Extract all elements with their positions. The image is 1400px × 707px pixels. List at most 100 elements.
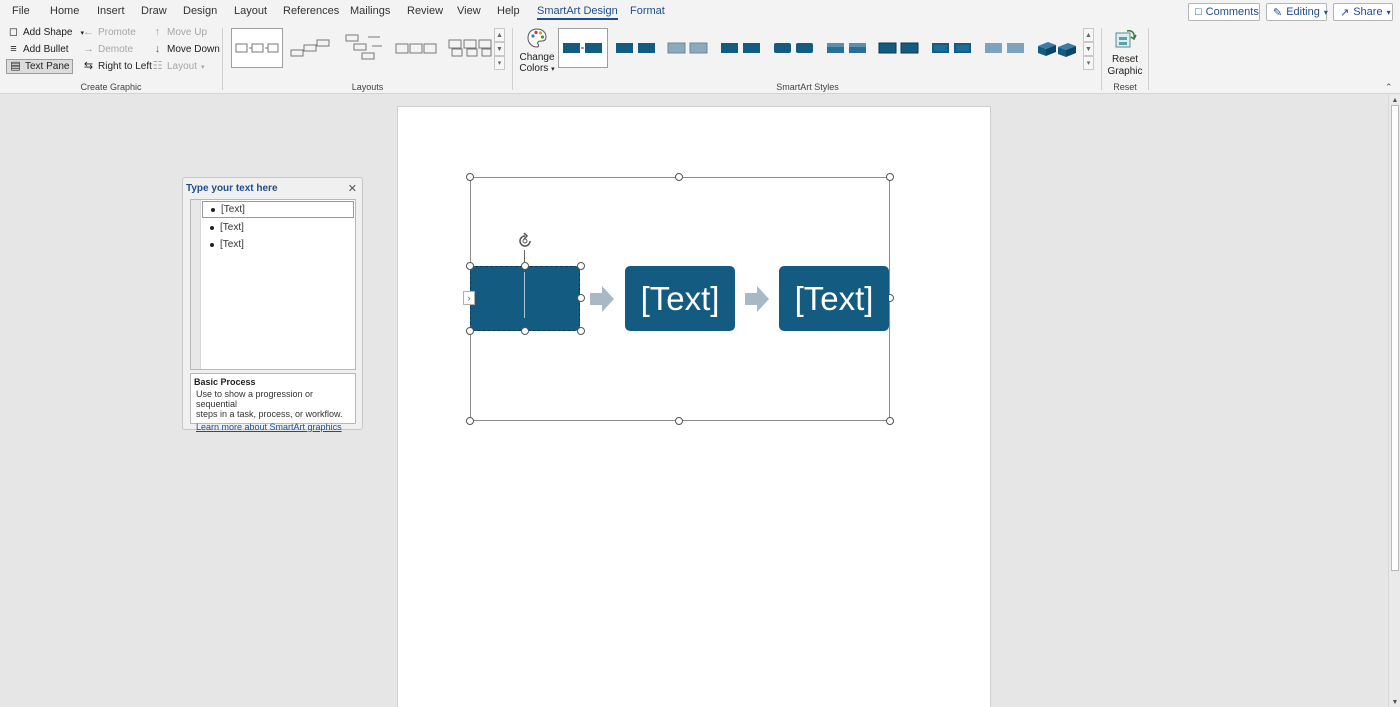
tab-insert[interactable]: Insert	[97, 5, 125, 17]
shape-resize-handle[interactable]	[466, 262, 474, 270]
layout-descending-thumb[interactable]	[339, 28, 389, 68]
group-separator	[1101, 28, 1102, 90]
style-light-icon	[985, 43, 1024, 53]
layout-description: Basic Process Use to show a progression …	[190, 373, 356, 432]
chevron-down-icon: ▾	[201, 63, 205, 71]
style-thumb[interactable]	[874, 28, 924, 68]
scroll-down-icon[interactable]: ▼	[1389, 697, 1400, 707]
layout-button[interactable]: ☷ Layout ▾	[152, 60, 205, 73]
layout-chevron-thumb[interactable]	[392, 28, 442, 68]
layout-icon: ☷	[152, 60, 163, 72]
close-icon[interactable]: ✕	[348, 182, 357, 195]
shape-resize-handle[interactable]	[577, 294, 585, 302]
layout-name: Basic Process	[194, 377, 256, 387]
style-thumb[interactable]	[663, 28, 713, 68]
right-to-left-button[interactable]: ⇆ Right to Left	[83, 60, 152, 73]
tab-review[interactable]: Review	[407, 5, 443, 17]
share-button[interactable]: ↗ Share ▾	[1333, 3, 1393, 21]
layout-step-up-thumb[interactable]	[286, 28, 336, 68]
move-up-button[interactable]: ↑ Move Up	[152, 27, 207, 39]
tab-references[interactable]: References	[283, 5, 339, 17]
tab-layout[interactable]: Layout	[234, 5, 267, 17]
shape-resize-handle[interactable]	[577, 327, 585, 335]
resize-handle[interactable]	[886, 417, 894, 425]
shape-resize-handle[interactable]	[521, 262, 529, 270]
shape-resize-handle[interactable]	[466, 327, 474, 335]
scroll-up-icon[interactable]: ▲	[1083, 28, 1094, 42]
resize-handle[interactable]	[466, 417, 474, 425]
style-gradient-icon	[827, 43, 866, 53]
demote-button[interactable]: → Demote	[83, 43, 133, 56]
layouts-gallery-scroll[interactable]: ▲ ▼ ▾	[494, 28, 505, 70]
resize-handle[interactable]	[466, 173, 474, 181]
tab-view[interactable]: View	[457, 5, 481, 17]
tab-file[interactable]: File	[12, 5, 30, 17]
add-bullet-button[interactable]: ≡ Add Bullet	[8, 44, 68, 56]
shape-resize-handle[interactable]	[577, 262, 585, 270]
right-to-left-icon: ⇆	[83, 60, 94, 72]
arrow-right-icon: →	[83, 43, 94, 55]
style-thumb[interactable]	[611, 28, 661, 68]
style-3d-icon	[1038, 42, 1076, 57]
scroll-up-icon[interactable]: ▲	[494, 28, 505, 42]
process-step-box[interactable]	[470, 266, 580, 331]
style-thumb[interactable]	[927, 28, 977, 68]
tab-draw[interactable]: Draw	[141, 5, 167, 17]
chevron-process-icon	[395, 43, 437, 54]
chevron-down-icon: ▾	[551, 66, 555, 73]
editing-button[interactable]: ✎ Editing ▾	[1266, 3, 1328, 21]
style-thumb[interactable]	[1033, 28, 1083, 68]
tab-home[interactable]: Home	[50, 5, 79, 17]
style-flat-icon	[721, 43, 760, 53]
style-thumb[interactable]	[769, 28, 819, 68]
reset-group-label: Reset	[1113, 82, 1137, 92]
shape-resize-handle[interactable]	[521, 327, 529, 335]
resize-handle[interactable]	[886, 173, 894, 181]
vertical-scrollbar[interactable]: ▲ ▼	[1388, 95, 1400, 707]
more-icon[interactable]: ▾	[494, 56, 505, 70]
more-icon[interactable]: ▾	[1083, 56, 1094, 70]
tab-mailings[interactable]: Mailings	[350, 5, 390, 17]
text-pane-item[interactable]: [Text]	[202, 201, 354, 218]
rotate-handle-icon[interactable]	[516, 232, 534, 250]
move-down-button[interactable]: ↓ Move Down	[152, 44, 220, 56]
change-colors-button[interactable]: Change Colors ▾	[518, 27, 556, 79]
scroll-down-icon[interactable]: ▼	[494, 42, 505, 56]
style-thumb[interactable]	[980, 28, 1030, 68]
group-separator	[512, 28, 513, 90]
text-pane-button[interactable]: ▤ Text Pane	[6, 59, 74, 74]
text-pane-item[interactable]: [Text]	[202, 219, 354, 236]
comment-icon: □	[1195, 6, 1202, 18]
style-thumb[interactable]	[822, 28, 872, 68]
comments-button[interactable]: □ Comments	[1188, 3, 1260, 21]
resize-handle[interactable]	[675, 417, 683, 425]
promote-button[interactable]: ← Promote	[83, 26, 136, 39]
scroll-up-icon[interactable]: ▲	[1389, 95, 1400, 105]
styles-gallery-scroll[interactable]: ▲ ▼ ▾	[1083, 28, 1094, 70]
tab-format[interactable]: Format	[630, 5, 665, 17]
scroll-down-icon[interactable]: ▼	[1083, 42, 1094, 56]
collapse-ribbon-icon[interactable]: ⌃	[1385, 82, 1393, 93]
step-process-icon	[290, 39, 330, 57]
scrollbar-thumb[interactable]	[1391, 105, 1399, 571]
tab-design[interactable]: Design	[183, 5, 217, 17]
resize-handle[interactable]	[675, 173, 683, 181]
style-bevel-icon	[932, 43, 971, 53]
text-pane-item[interactable]: [Text]	[202, 236, 354, 253]
layout-basic-process-thumb[interactable]	[231, 28, 283, 68]
learn-more-link[interactable]: Learn more about SmartArt graphics	[194, 422, 352, 432]
layout-accent-process-thumb[interactable]	[445, 28, 495, 68]
process-arrow-icon	[590, 286, 614, 312]
pencil-icon: ✎	[1273, 6, 1283, 19]
process-arrow-icon	[745, 286, 769, 312]
process-step-box[interactable]: [Text]	[625, 266, 735, 331]
add-shape-button[interactable]: ◻ Add Shape ▾	[8, 27, 84, 39]
expand-text-pane-icon[interactable]: ›	[463, 291, 475, 305]
process-step-box[interactable]: [Text]	[779, 266, 889, 331]
tab-smartart-design[interactable]: SmartArt Design	[537, 5, 618, 20]
tab-help[interactable]: Help	[497, 5, 520, 17]
style-thumb[interactable]	[558, 28, 608, 68]
style-thumb[interactable]	[716, 28, 766, 68]
reset-graphic-button[interactable]: Reset Graphic	[1106, 27, 1144, 79]
arrow-left-icon: ←	[83, 26, 94, 38]
